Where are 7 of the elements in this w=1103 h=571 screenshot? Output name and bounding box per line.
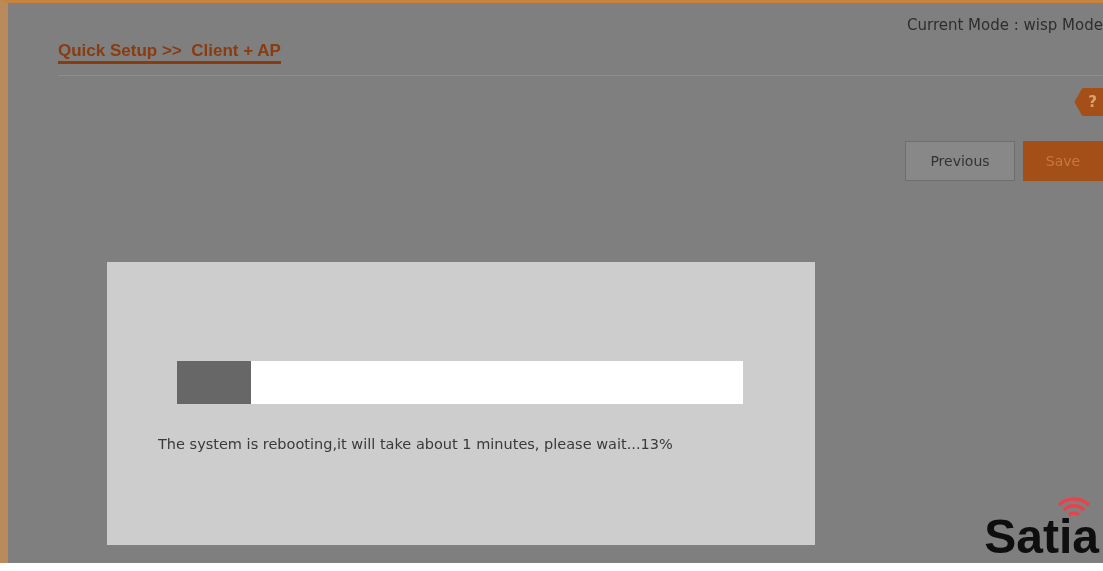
- help-tab[interactable]: ?: [1074, 88, 1103, 116]
- breadcrumb-link[interactable]: Quick Setup >> Client + AP: [58, 41, 281, 64]
- progress-message: The system is rebooting,it will take about 1 minutes, please wait...13%: [158, 436, 674, 452]
- logo: Satia: [984, 513, 1099, 561]
- action-button[interactable]: Previous: [905, 141, 1015, 181]
- wifi-icon: [1057, 495, 1091, 519]
- current-mode: Current Mode : wisp Mode: [907, 16, 1103, 34]
